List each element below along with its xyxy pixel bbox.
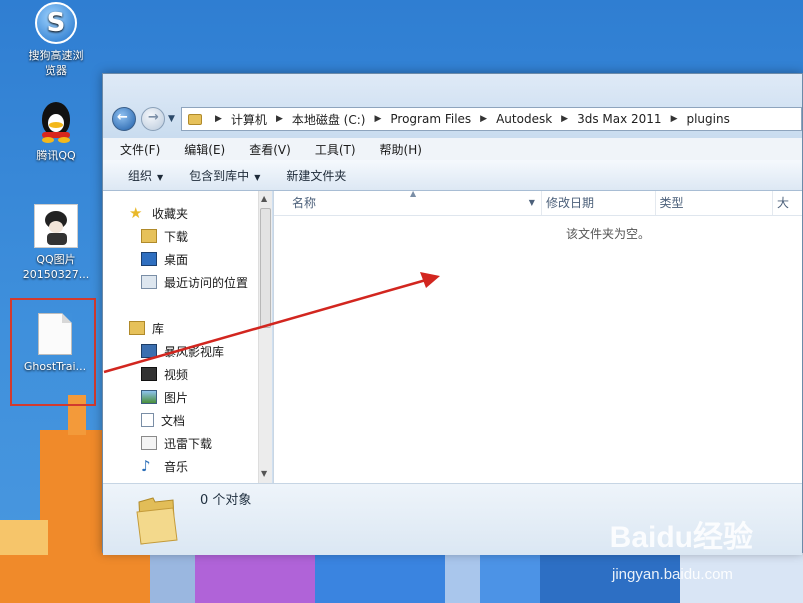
chevron-right-icon[interactable]: ▶ xyxy=(369,114,386,124)
nav-documents-label: 文档 xyxy=(161,413,186,428)
menu-tools[interactable]: 工具(T) xyxy=(299,141,364,158)
sogou-browser-icon: S xyxy=(35,2,77,44)
folder-icon xyxy=(136,497,178,545)
nav-desktop[interactable]: 桌面 xyxy=(141,250,188,268)
nav-downloads[interactable]: 下载 xyxy=(141,227,188,245)
chevron-right-icon[interactable]: ▶ xyxy=(556,114,573,124)
desktop-icon-label: 搜狗高速浏 xyxy=(28,49,84,62)
nav-videos-label: 视频 xyxy=(164,367,189,382)
nav-documents[interactable]: 文档 xyxy=(141,411,185,429)
baidu-watermark: Baidu经验 xyxy=(609,521,753,554)
nav-favorites-label: 收藏夹 xyxy=(152,206,189,221)
address-row: ← → ▼ ▶ 计算机 ▶ 本地磁盘 (C:) ▶ Program Files … xyxy=(103,74,802,138)
arrow-left-icon: ← xyxy=(117,110,128,125)
nav-libraries[interactable]: 库 xyxy=(129,319,164,337)
nav-pictures-label: 图片 xyxy=(164,390,189,405)
object-count: 0 个对象 xyxy=(200,493,252,508)
organize-label: 组织 xyxy=(128,168,153,183)
nav-desktop-label: 桌面 xyxy=(164,252,189,267)
recent-places-icon xyxy=(141,275,157,289)
scrollbar-thumb[interactable] xyxy=(260,208,271,328)
desktop-icon-label: 览器 xyxy=(45,64,67,77)
desktop-icon-sogou-browser[interactable]: S 搜狗高速浏 览器 xyxy=(18,2,94,78)
arrow-right-icon: → xyxy=(148,110,159,125)
download-folder-icon xyxy=(141,229,157,243)
scroll-up-icon[interactable]: ▲ xyxy=(261,194,267,203)
file-list-pane[interactable]: 名称 ▲ ▼ 修改日期 类型 大 该文件夹为空。 xyxy=(273,189,802,483)
menu-help[interactable]: 帮助(H) xyxy=(364,141,430,158)
column-name-label: 名称 xyxy=(292,196,317,210)
qq-penguin-icon xyxy=(38,102,74,144)
desktop-icon-qq-image[interactable]: QQ图片 20150327... xyxy=(18,204,94,282)
navigation-scrollbar[interactable]: ▲ ▼ xyxy=(258,191,272,483)
video-library-icon xyxy=(141,344,157,358)
breadcrumb-plugins[interactable]: plugins xyxy=(682,112,733,126)
nav-storm-label: 暴风影视库 xyxy=(164,344,225,359)
column-name[interactable]: 名称 ▲ ▼ xyxy=(274,189,542,215)
explorer-window[interactable]: ← → ▼ ▶ 计算机 ▶ 本地磁盘 (C:) ▶ Program Files … xyxy=(102,73,803,555)
music-note-icon: ♪ xyxy=(141,457,151,475)
include-in-library-label: 包含到库中 xyxy=(189,168,250,183)
column-size[interactable]: 大 xyxy=(773,191,802,215)
column-type[interactable]: 类型 xyxy=(656,191,773,215)
breadcrumb-computer[interactable]: 计算机 xyxy=(227,111,271,128)
film-icon xyxy=(141,367,157,381)
nav-recent-label: 最近访问的位置 xyxy=(164,275,249,290)
wallpaper-house xyxy=(0,520,48,555)
column-header-row: 名称 ▲ ▼ 修改日期 类型 大 xyxy=(274,189,802,216)
chevron-right-icon[interactable]: ▶ xyxy=(666,114,683,124)
desktop-icon-tencent-qq[interactable]: 腾讯QQ xyxy=(18,102,94,163)
new-folder-button[interactable]: 新建文件夹 xyxy=(260,167,346,184)
address-bar[interactable]: ▶ 计算机 ▶ 本地磁盘 (C:) ▶ Program Files ▶ Auto… xyxy=(181,107,802,131)
empty-folder-message: 该文件夹为空。 xyxy=(566,227,651,241)
document-icon xyxy=(141,413,154,427)
nav-music-label: 音乐 xyxy=(164,459,189,474)
command-bar: 组织 ▼ 包含到库中 ▼ 新建文件夹 xyxy=(103,160,802,191)
folder-icon xyxy=(188,113,202,125)
history-dropdown-icon[interactable]: ▼ xyxy=(168,114,175,124)
menu-view[interactable]: 查看(V) xyxy=(233,141,299,158)
nav-libraries-label: 库 xyxy=(152,321,165,336)
nav-storm-library[interactable]: 暴风影视库 xyxy=(141,342,224,360)
sort-up-icon: ▲ xyxy=(410,189,417,198)
image-thumbnail-icon xyxy=(34,204,78,248)
baidu-watermark-url: jingyan.baidu.com xyxy=(612,566,733,583)
chevron-right-icon[interactable]: ▶ xyxy=(475,114,492,124)
navigation-pane: ★ 收藏夹 下载 桌面 最近访问的位置 库 暴风影视库 视频 图片 文档 迅雷下… xyxy=(103,191,260,483)
scroll-down-icon[interactable]: ▼ xyxy=(261,469,267,478)
nav-thunder-label: 迅雷下载 xyxy=(164,436,213,451)
breadcrumb-autodesk[interactable]: Autodesk xyxy=(492,112,556,126)
desktop-icon-label: 20150327... xyxy=(22,268,90,281)
chevron-right-icon[interactable]: ▶ xyxy=(210,114,227,124)
desktop-icon xyxy=(141,252,157,266)
breadcrumb-local-disk[interactable]: 本地磁盘 (C:) xyxy=(288,111,370,128)
chevron-right-icon[interactable]: ▶ xyxy=(271,114,288,124)
menu-edit[interactable]: 编辑(E) xyxy=(168,141,233,158)
nav-music[interactable]: ♪ 音乐 xyxy=(141,457,188,475)
nav-thunder-downloads[interactable]: 迅雷下载 xyxy=(141,434,212,452)
library-icon xyxy=(129,321,145,335)
nav-recent[interactable]: 最近访问的位置 xyxy=(141,273,248,291)
annotation-highlight-box xyxy=(10,298,96,406)
menu-bar: 文件(F) 编辑(E) 查看(V) 工具(T) 帮助(H) xyxy=(103,138,802,161)
desktop-icon-label: 腾讯QQ xyxy=(36,149,76,162)
nav-pictures[interactable]: 图片 xyxy=(141,388,188,406)
organize-button[interactable]: 组织 ▼ xyxy=(103,167,163,184)
picture-icon xyxy=(141,390,157,404)
breadcrumb-program-files[interactable]: Program Files xyxy=(386,112,475,126)
star-icon: ★ xyxy=(129,204,143,222)
breadcrumb-3dsmax[interactable]: 3ds Max 2011 xyxy=(573,112,665,126)
wallpaper-tower-orange xyxy=(40,430,102,555)
nav-downloads-label: 下载 xyxy=(164,229,189,244)
forward-button[interactable]: → xyxy=(141,107,165,131)
desktop-icon-label: QQ图片 xyxy=(36,253,76,266)
nav-favorites[interactable]: ★ 收藏夹 xyxy=(129,204,188,222)
menu-file[interactable]: 文件(F) xyxy=(103,141,168,158)
thunder-download-icon xyxy=(141,436,157,450)
include-in-library-button[interactable]: 包含到库中 ▼ xyxy=(163,167,260,184)
column-modified-date[interactable]: 修改日期 xyxy=(542,191,656,215)
nav-videos[interactable]: 视频 xyxy=(141,365,188,383)
chevron-down-icon[interactable]: ▼ xyxy=(529,191,535,215)
back-button[interactable]: ← xyxy=(112,107,136,131)
